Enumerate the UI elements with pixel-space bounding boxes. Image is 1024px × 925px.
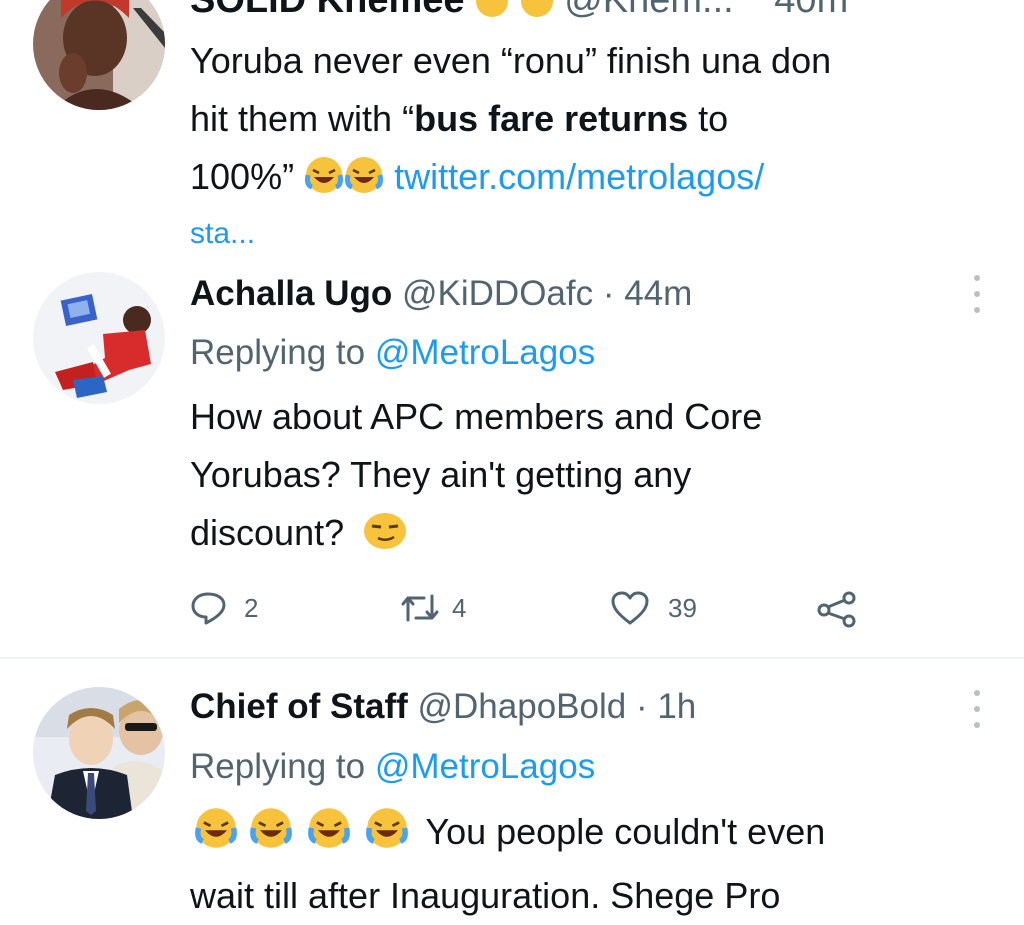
laughing-tears-emoji: [300, 806, 358, 867]
tweet-actions: 2 4 39: [190, 590, 890, 630]
tweet-text: You people couldn't even wait till after…: [190, 803, 990, 925]
laughing-tears-emoji: [358, 806, 416, 867]
laughing-tears-emoji: [190, 806, 242, 867]
replying-handle[interactable]: @MetroLagos: [375, 747, 595, 786]
tweet-text: How about APC members and Core Yorubas? …: [190, 388, 990, 568]
author-handle[interactable]: @KiDDOafc: [402, 274, 593, 313]
reply-icon[interactable]: [190, 590, 228, 626]
retweet-icon[interactable]: [400, 590, 440, 626]
laughing-tears-emoji: [242, 806, 300, 867]
separator-dot: ·: [602, 274, 615, 313]
text-line: Yorubas? They ain't getting any: [190, 454, 692, 495]
author-handle[interactable]: @DhapoBold: [418, 687, 627, 726]
separator-dot: ·: [635, 687, 648, 726]
replying-to: Replying to @MetroLagos: [190, 331, 595, 375]
reply-count: 2: [244, 592, 259, 623]
like-count: 39: [668, 592, 697, 623]
more-options-icon[interactable]: [970, 690, 984, 728]
tweet-time[interactable]: 1h: [657, 687, 696, 726]
replying-to: Replying to @MetroLagos: [190, 745, 595, 789]
replying-prefix: Replying to: [190, 333, 366, 372]
tweet-achalla-ugo[interactable]: Achalla Ugo @KiDDOafc · 44m Replying to …: [0, 0, 1024, 657]
avatar-chief-of-staff[interactable]: [33, 687, 165, 819]
tweet-time[interactable]: 44m: [624, 274, 692, 313]
text-segment: discount?: [190, 512, 345, 553]
smirk-emoji: [362, 510, 408, 568]
retweet-action[interactable]: 4: [400, 590, 466, 626]
like-action[interactable]: 39: [610, 590, 697, 626]
replying-prefix: Replying to: [190, 747, 366, 786]
like-icon[interactable]: [610, 590, 650, 626]
tweet-header: Chief of Staff @DhapoBold · 1h: [190, 685, 696, 729]
reply-action[interactable]: 2: [190, 590, 258, 626]
text-line: wait till after Inauguration. Shege Pro: [190, 875, 781, 916]
retweet-count: 4: [452, 592, 467, 623]
text-line: discount?: [190, 504, 990, 568]
replying-handle[interactable]: @MetroLagos: [375, 333, 595, 372]
more-options-icon[interactable]: [970, 275, 984, 313]
author-name[interactable]: Achalla Ugo: [190, 274, 392, 313]
share-icon[interactable]: [816, 590, 858, 628]
share-action[interactable]: [816, 590, 858, 628]
text-line: How about APC members and Core: [190, 396, 763, 437]
avatar-achalla-ugo[interactable]: [33, 272, 165, 404]
text-segment: You people couldn't even: [425, 811, 826, 852]
text-line: You people couldn't even: [190, 803, 990, 867]
tweet-header: Achalla Ugo @KiDDOafc · 44m: [190, 272, 692, 316]
tweet-chief-of-staff[interactable]: Chief of Staff @DhapoBold · 1h Replying …: [0, 659, 1024, 916]
author-name[interactable]: Chief of Staff: [190, 687, 408, 726]
